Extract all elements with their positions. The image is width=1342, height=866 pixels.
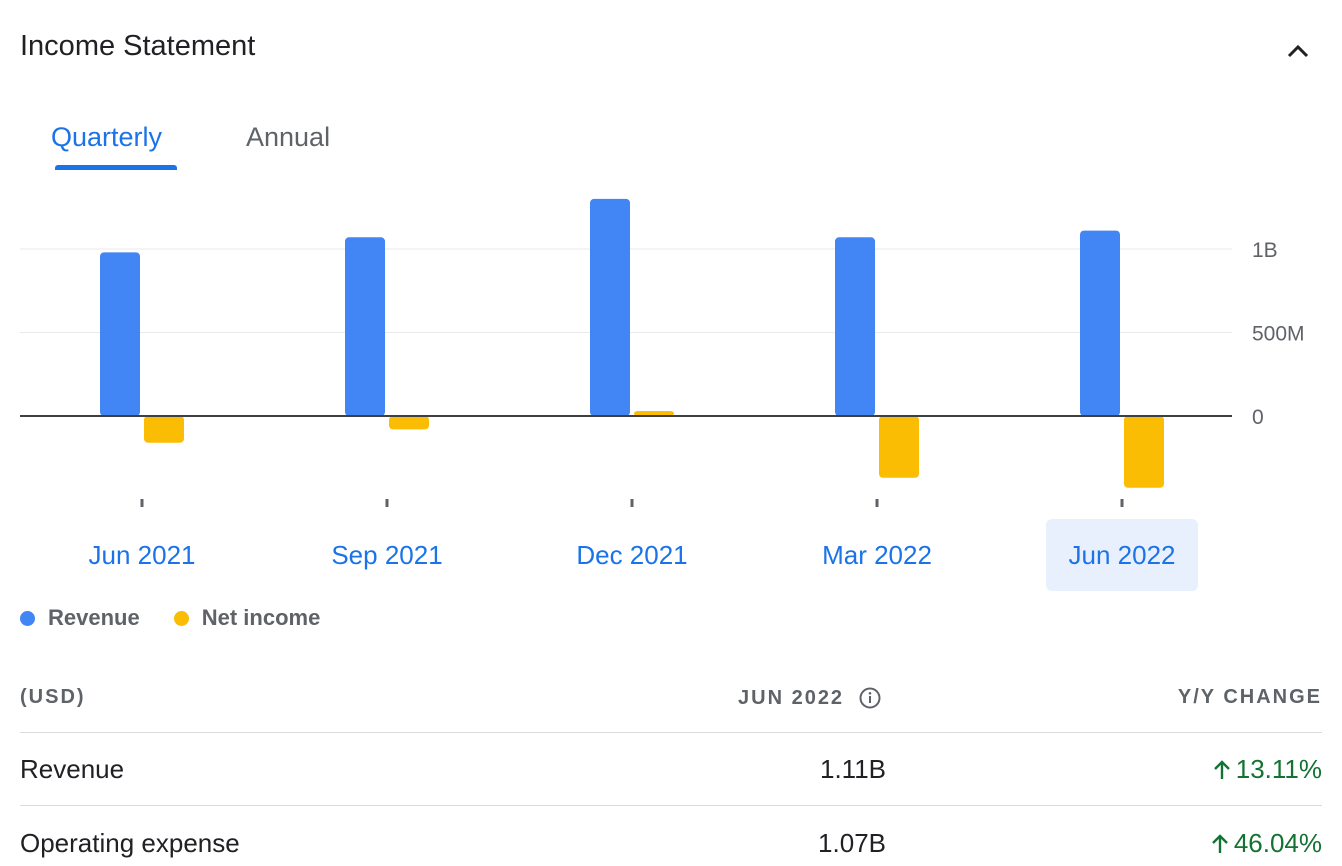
table-header-period: JUN 2022 — [738, 686, 882, 710]
revenue-bar — [345, 237, 385, 416]
net-income-bar — [1124, 416, 1164, 488]
legend-dot-revenue — [20, 610, 35, 626]
tab-underline — [55, 165, 177, 170]
table-divider — [20, 805, 1322, 806]
period-button[interactable]: Sep 2021 — [311, 519, 463, 591]
chart-legend: Revenue Net income — [20, 605, 354, 631]
table-header-period-label: JUN 2022 — [738, 686, 845, 709]
period-button[interactable]: Jun 2022 — [1046, 519, 1198, 591]
row-change-revenue-value: 13.11% — [1235, 754, 1322, 784]
row-label-revenue: Revenue — [20, 754, 125, 784]
table-header-change: Y/Y CHANGE — [1177, 686, 1322, 708]
collapse-button[interactable] — [1280, 34, 1316, 70]
info-icon[interactable] — [858, 686, 882, 710]
net-income-bar — [144, 416, 184, 443]
y-tick-label: 0 — [1252, 406, 1264, 429]
revenue-bar — [1080, 230, 1120, 416]
revenue-bar — [590, 198, 630, 416]
legend-label-revenue: Revenue — [48, 605, 140, 630]
row-value-revenue: 1.11B — [819, 754, 886, 784]
period-button[interactable]: Jun 2021 — [66, 519, 218, 591]
legend-label-net-income: Net income — [201, 605, 321, 630]
y-tick-label: 500M — [1252, 323, 1305, 346]
row-value-operating-expense: 1.07B — [818, 828, 886, 858]
y-tick-label: 1B — [1252, 239, 1278, 262]
period-button[interactable]: Mar 2022 — [801, 519, 953, 591]
row-change-revenue: 13.11% — [1212, 754, 1322, 785]
arrow-up-icon — [1211, 833, 1228, 853]
legend-item-revenue: Revenue — [20, 605, 140, 631]
row-change-operating-expense-value: 46.04% — [1233, 828, 1322, 858]
tab-annual[interactable]: Annual — [246, 122, 330, 153]
table-divider — [20, 732, 1322, 733]
table-header-currency: (USD) — [20, 686, 86, 708]
revenue-bar — [835, 237, 875, 416]
tab-quarterly[interactable]: Quarterly — [51, 122, 162, 153]
row-change-operating-expense: 46.04% — [1210, 828, 1322, 859]
net-income-bar — [389, 416, 429, 430]
chevron-up-icon — [1287, 44, 1309, 58]
legend-item-net-income: Net income — [173, 605, 321, 631]
legend-dot-net-income — [173, 610, 189, 626]
income-chart: 1B 500M 0 — [20, 198, 1305, 507]
net-income-bar — [879, 416, 919, 478]
revenue-bar — [100, 252, 140, 416]
row-label-operating-expense: Operating expense — [20, 828, 240, 858]
card-title: Income Statement — [20, 30, 256, 62]
arrow-up-icon — [1213, 759, 1230, 779]
period-button[interactable]: Dec 2021 — [556, 519, 708, 591]
